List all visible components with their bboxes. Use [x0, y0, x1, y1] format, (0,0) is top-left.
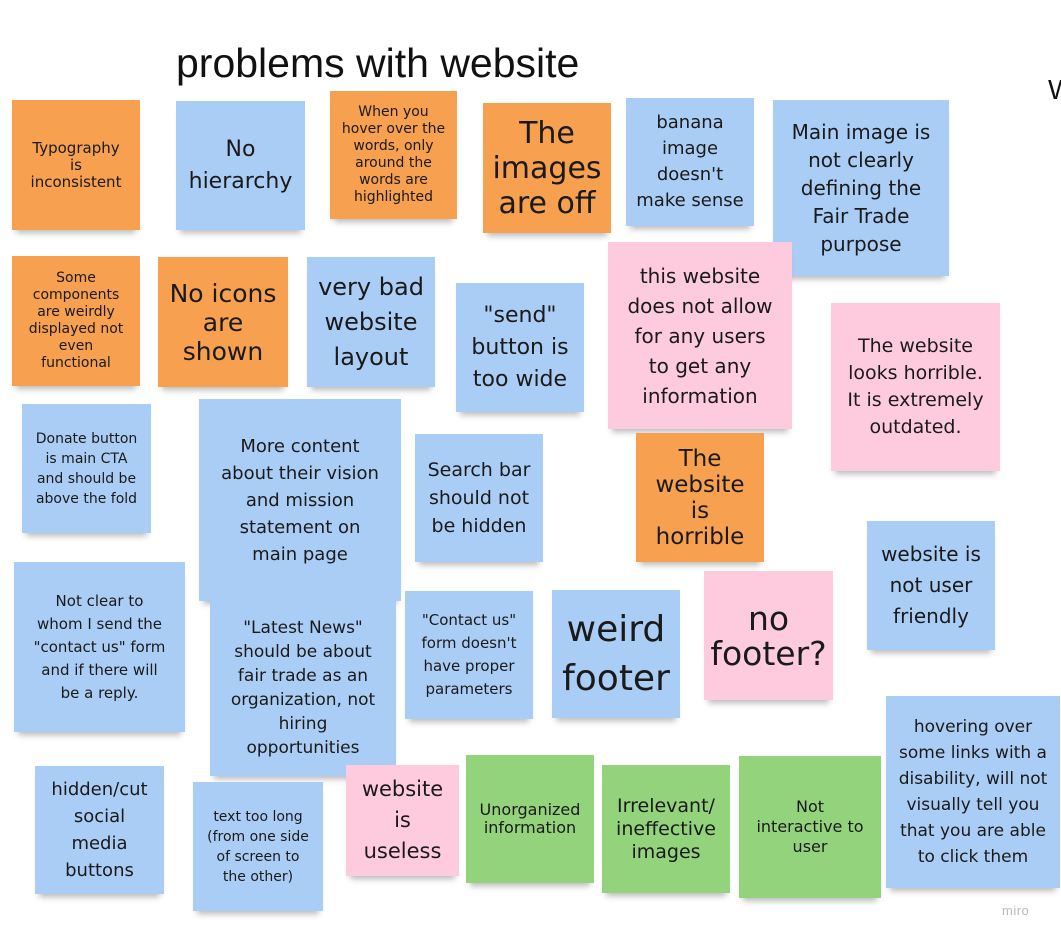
sticky-note-text: Not clear to whom I send the "contact us… — [33, 591, 166, 702]
sticky-note-text: Not interactive to user — [756, 797, 864, 856]
sticky-note[interactable]: very bad website layout — [307, 257, 435, 387]
sticky-note-text: Donate button is main CTA and should be … — [35, 430, 138, 507]
sticky-note-text: The website looks horrible. It is extrem… — [847, 335, 984, 438]
sticky-note[interactable]: hidden/cut social media buttons — [35, 766, 164, 894]
sticky-note-text: When you hover over the words, only arou… — [341, 104, 446, 205]
offscreen-text-fragment: W — [1048, 74, 1061, 106]
sticky-note[interactable]: Not clear to whom I send the "contact us… — [14, 562, 185, 732]
sticky-note[interactable]: website is not user friendly — [867, 521, 995, 650]
sticky-note[interactable]: Some components are weirdly displayed no… — [12, 256, 140, 386]
sticky-note-text: website is not user friendly — [881, 542, 981, 628]
sticky-note-text: no footer? — [710, 598, 827, 673]
sticky-note-text: Unorganized information — [479, 800, 581, 837]
sticky-note[interactable]: Main image is not clearly defining the F… — [773, 100, 949, 276]
sticky-note-text: Some components are weirdly displayed no… — [28, 270, 124, 371]
sticky-note-text: Irrelevant/ ineffective images — [616, 794, 716, 863]
sticky-note-text: weird footer — [562, 609, 670, 699]
sticky-note-text: The images are off — [492, 115, 602, 221]
sticky-note[interactable]: No icons are shown — [158, 257, 288, 387]
sticky-note[interactable]: text too long (from one side of screen t… — [193, 782, 323, 911]
sticky-note-text: hidden/cut social media buttons — [51, 779, 148, 881]
sticky-note-text: The website is horrible — [655, 445, 745, 550]
sticky-note[interactable]: Typography is inconsistent — [12, 100, 140, 230]
sticky-note[interactable]: Donate button is main CTA and should be … — [22, 404, 151, 533]
sticky-note-text: hovering over some links with a disabili… — [898, 717, 1048, 867]
sticky-note[interactable]: this website does not allow for any user… — [608, 242, 792, 429]
sticky-note[interactable]: Unorganized information — [466, 755, 594, 883]
sticky-note-text: text too long (from one side of screen t… — [207, 808, 309, 885]
sticky-note[interactable]: "Contact us" form doesn't have proper pa… — [405, 591, 533, 719]
sticky-note[interactable]: No hierarchy — [176, 101, 305, 230]
sticky-note[interactable]: Search bar should not be hidden — [415, 434, 543, 562]
sticky-note[interactable]: banana image doesn't make sense — [626, 98, 754, 226]
miro-watermark: miro — [1002, 903, 1030, 918]
sticky-note[interactable]: weird footer — [552, 590, 680, 718]
sticky-note[interactable]: Irrelevant/ ineffective images — [602, 765, 730, 893]
sticky-note-text: Main image is not clearly defining the F… — [791, 120, 931, 256]
sticky-note-text: No icons are shown — [169, 278, 277, 366]
sticky-note-text: "Latest News" should be about fair trade… — [230, 618, 376, 758]
sticky-note-text: Typography is inconsistent — [30, 138, 122, 191]
sticky-note-text: website is useless — [361, 777, 444, 863]
sticky-note-text: No hierarchy — [188, 136, 293, 194]
sticky-note[interactable]: Not interactive to user — [739, 756, 881, 898]
sticky-note-text: banana image doesn't make sense — [636, 112, 744, 211]
sticky-note[interactable]: "send" button is too wide — [456, 283, 584, 412]
sticky-note[interactable]: no footer? — [704, 571, 833, 700]
sticky-note-text: More content about their vision and miss… — [221, 435, 379, 565]
sticky-note[interactable]: website is useless — [346, 765, 459, 876]
sticky-note[interactable]: hovering over some links with a disabili… — [886, 696, 1060, 888]
board-title: problems with website — [176, 40, 580, 86]
sticky-note-text: this website does not allow for any user… — [627, 263, 773, 408]
sticky-note[interactable]: The website looks horrible. It is extrem… — [831, 303, 1000, 471]
sticky-note-text: "send" button is too wide — [471, 302, 569, 392]
sticky-note[interactable]: When you hover over the words, only arou… — [330, 91, 457, 219]
sticky-note-text: very bad website layout — [318, 272, 424, 371]
sticky-note[interactable]: "Latest News" should be about fair trade… — [210, 600, 396, 776]
sticky-note[interactable]: The images are off — [483, 103, 611, 233]
sticky-note-text: Search bar should not be hidden — [427, 459, 531, 537]
sticky-note[interactable]: The website is horrible — [636, 433, 764, 562]
sticky-note[interactable]: More content about their vision and miss… — [199, 399, 401, 601]
sticky-note-text: "Contact us" form doesn't have proper pa… — [421, 611, 517, 698]
